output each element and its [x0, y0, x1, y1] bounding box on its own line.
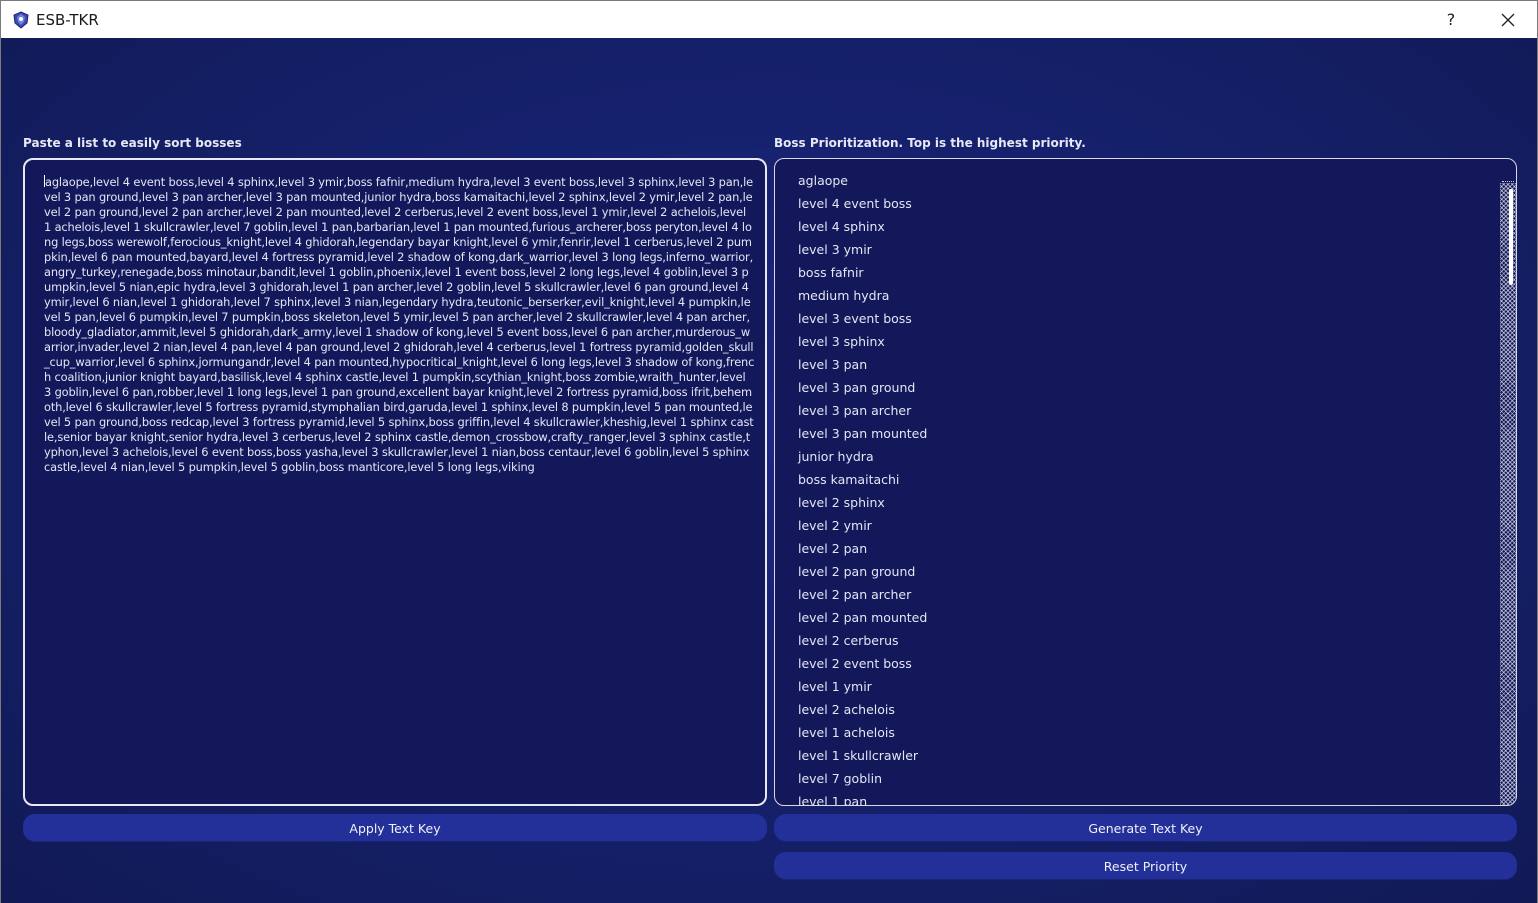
- textarea-text: aglaope,level 4 event boss,level 4 sphin…: [44, 175, 755, 475]
- close-button[interactable]: [1485, 1, 1531, 38]
- priority-list-item[interactable]: medium hydra: [798, 285, 927, 308]
- priority-list-item[interactable]: level 2 sphinx: [798, 492, 927, 515]
- priority-list-item[interactable]: level 2 ymir: [798, 515, 927, 538]
- main-content: Paste a list to easily sort bosses Boss …: [1, 38, 1537, 903]
- priority-list-item[interactable]: boss fafnir: [798, 262, 927, 285]
- boss-list-textarea[interactable]: aglaope,level 4 event boss,level 4 sphin…: [23, 158, 767, 806]
- priority-list-item[interactable]: level 2 pan ground: [798, 561, 927, 584]
- priority-list-item[interactable]: level 7 goblin: [798, 768, 927, 791]
- paste-list-label: Paste a list to easily sort bosses: [23, 136, 242, 150]
- scrollbar-thumb[interactable]: [1509, 189, 1513, 285]
- title-bar[interactable]: ESB-TKR ?: [1, 1, 1537, 38]
- priority-list-item[interactable]: level 2 event boss: [798, 653, 927, 676]
- reset-priority-button[interactable]: Reset Priority: [774, 852, 1517, 880]
- priority-list-item[interactable]: level 4 event boss: [798, 193, 927, 216]
- boss-priority-label: Boss Prioritization. Top is the highest …: [774, 136, 1086, 150]
- scrollbar-top-edge: [1502, 181, 1514, 182]
- priority-list-item[interactable]: level 3 sphinx: [798, 331, 927, 354]
- help-button[interactable]: ?: [1428, 1, 1474, 38]
- priority-list-item[interactable]: level 3 pan: [798, 354, 927, 377]
- boss-priority-list[interactable]: aglaope level 4 event boss level 4 sphinx l…: [774, 158, 1517, 806]
- app-logo-icon: [13, 11, 29, 29]
- priority-list-item[interactable]: boss kamaitachi: [798, 469, 927, 492]
- priority-list-item[interactable]: level 4 sphinx: [798, 216, 927, 239]
- priority-list-item[interactable]: level 3 pan mounted: [798, 423, 927, 446]
- priority-list-item[interactable]: aglaope: [798, 170, 927, 193]
- priority-list-item[interactable]: level 3 pan archer: [798, 400, 927, 423]
- priority-list-item[interactable]: level 2 achelois: [798, 699, 927, 722]
- close-icon: [1501, 13, 1515, 26]
- app-window: ESB-TKR ? Paste a list to easily sort bo…: [0, 0, 1538, 903]
- priority-list-item[interactable]: level 2 pan archer: [798, 584, 927, 607]
- priority-list-item[interactable]: level 3 pan ground: [798, 377, 927, 400]
- priority-list-item[interactable]: level 2 pan: [798, 538, 927, 561]
- priority-list-item[interactable]: level 3 ymir: [798, 239, 927, 262]
- priority-list-item[interactable]: level 1 achelois: [798, 722, 927, 745]
- generate-text-key-button[interactable]: Generate Text Key: [774, 814, 1517, 842]
- priority-list-item[interactable]: level 1 skullcrawler: [798, 745, 927, 768]
- priority-list-item[interactable]: level 3 event boss: [798, 308, 927, 331]
- priority-list-item[interactable]: level 2 pan mounted: [798, 607, 927, 630]
- priority-list-item[interactable]: level 1 ymir: [798, 676, 927, 699]
- window-title: ESB-TKR: [36, 11, 99, 29]
- priority-list-item[interactable]: level 2 cerberus: [798, 630, 927, 653]
- textarea-value: aglaope,level 4 event boss,level 4 sphin…: [44, 175, 755, 474]
- priority-list-item[interactable]: level 1 pan: [798, 791, 927, 805]
- vertical-scrollbar[interactable]: [1500, 183, 1516, 805]
- priority-list-items: aglaope level 4 event boss level 4 sphinx l…: [798, 170, 927, 805]
- apply-text-key-button[interactable]: Apply Text Key: [23, 814, 767, 842]
- priority-list-item[interactable]: junior hydra: [798, 446, 927, 469]
